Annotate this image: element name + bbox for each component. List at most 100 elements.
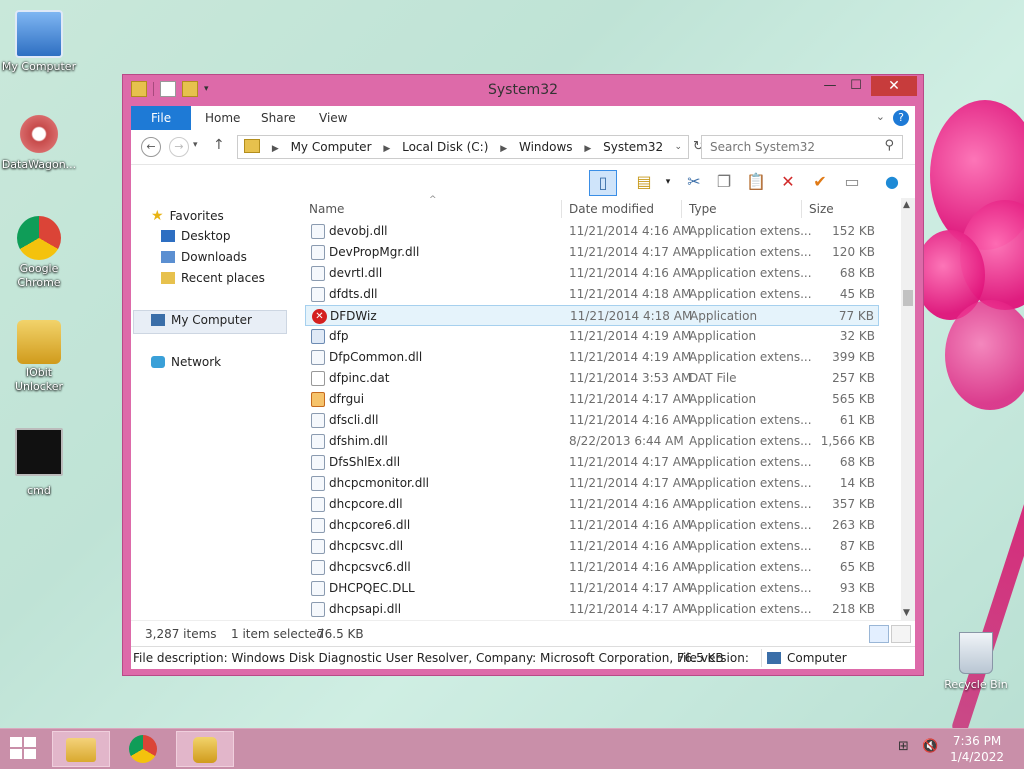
dll-file-icon bbox=[311, 413, 325, 428]
breadcrumb-system32[interactable]: System32 bbox=[603, 136, 663, 158]
globe-icon[interactable]: ● bbox=[879, 170, 905, 194]
desktop-icon-my-computer[interactable]: My Computer bbox=[1, 10, 77, 74]
large-icons-view-button[interactable] bbox=[891, 625, 911, 643]
tab-file[interactable]: File bbox=[131, 106, 192, 130]
file-date: 11/21/2014 4:16 AM bbox=[569, 497, 692, 511]
paste-button[interactable]: 📋 bbox=[743, 170, 769, 194]
tab-home[interactable]: Home bbox=[191, 106, 254, 130]
file-date: 11/21/2014 4:17 AM bbox=[569, 581, 692, 595]
table-row[interactable]: dfpinc.dat 11/21/2014 3:53 AM DAT File 257 … bbox=[305, 368, 879, 389]
ribbon-tabs: File Home Share View ⌄ ? bbox=[131, 106, 915, 131]
taskbar-iobit-unlocker[interactable] bbox=[176, 731, 234, 767]
address-dropdown-icon[interactable]: ⌄ bbox=[674, 136, 682, 158]
taskbar-chrome[interactable] bbox=[114, 731, 172, 767]
table-row[interactable]: devobj.dll 11/21/2014 4:16 AM Application … bbox=[305, 221, 879, 242]
table-row[interactable]: DfpCommon.dll 11/21/2014 4:19 AM Applicati… bbox=[305, 347, 879, 368]
cut-button[interactable]: ✂ bbox=[681, 170, 707, 194]
folder-options-button[interactable]: ▤ bbox=[631, 170, 657, 194]
expand-ribbon-icon[interactable]: ⌄ bbox=[876, 110, 885, 123]
desktop-icon-recycle-bin[interactable]: Recycle Bin bbox=[944, 632, 1008, 691]
clock-date: 1/4/2022 bbox=[950, 750, 1004, 764]
file-size: 14 KB bbox=[839, 476, 875, 490]
nav-desktop[interactable]: Desktop bbox=[161, 229, 231, 243]
recent-locations-icon[interactable]: ▾ bbox=[193, 140, 198, 150]
table-row[interactable]: DHCPQEC.DLL 11/21/2014 4:17 AM Application… bbox=[305, 578, 879, 599]
cmd-icon bbox=[15, 428, 63, 476]
forward-button[interactable]: → bbox=[169, 137, 189, 157]
table-row[interactable]: dhcpcsvc.dll 11/21/2014 4:16 AM Applicatio… bbox=[305, 536, 879, 557]
table-row[interactable]: DevPropMgr.dll 11/21/2014 4:17 AM Applicat… bbox=[305, 242, 879, 263]
nav-recent-places[interactable]: Recent places bbox=[161, 271, 265, 285]
file-name: DfsShlEx.dll bbox=[329, 455, 401, 469]
desktop-icon-chrome[interactable]: Google Chrome bbox=[1, 216, 77, 290]
column-header-date[interactable]: Date modified bbox=[569, 198, 654, 220]
search-input[interactable]: Search System32 ⚲ bbox=[701, 135, 903, 159]
nav-favorites[interactable]: ★ Favorites bbox=[151, 208, 224, 224]
scroll-up-icon[interactable]: ▲ bbox=[903, 200, 910, 210]
table-row[interactable]: dhcpcmonitor.dll 11/21/2014 4:17 AM Applic… bbox=[305, 473, 879, 494]
vertical-scrollbar[interactable]: ▲ ▼ bbox=[901, 198, 915, 620]
copy-button[interactable]: ❐ bbox=[711, 170, 737, 194]
column-header-name[interactable]: Name bbox=[309, 198, 344, 220]
start-button[interactable] bbox=[10, 737, 38, 761]
nav-network[interactable]: Network bbox=[151, 355, 221, 369]
maximize-button[interactable]: ☐ bbox=[843, 76, 869, 96]
table-row[interactable]: dhcpcore.dll 11/21/2014 4:16 AM Applicatio… bbox=[305, 494, 879, 515]
file-size: 357 KB bbox=[832, 497, 875, 511]
breadcrumb-local-disk[interactable]: Local Disk (C:) bbox=[402, 136, 488, 158]
table-row[interactable]: dfp 11/21/2014 4:19 AM Application 32 KB bbox=[305, 326, 879, 347]
application-icon bbox=[311, 392, 325, 407]
title-bar[interactable]: ▾ System32 — ☐ ✕ bbox=[123, 75, 923, 105]
desktop-icon-datawagon[interactable]: DataWagon... bbox=[1, 112, 77, 172]
scroll-thumb[interactable] bbox=[903, 290, 913, 306]
table-row[interactable]: DfsShlEx.dll 11/21/2014 4:17 AM Applicatio… bbox=[305, 452, 879, 473]
file-date: 8/22/2013 6:44 AM bbox=[569, 434, 684, 448]
table-row[interactable]: dhcpsapi.dll 11/21/2014 4:17 AM Applicatio… bbox=[305, 599, 879, 620]
network-tray-icon[interactable]: ⊞ bbox=[898, 739, 909, 754]
breadcrumb-my-computer[interactable]: My Computer bbox=[291, 136, 372, 158]
rename-button[interactable]: ✔ bbox=[807, 170, 833, 194]
desktop-icon-label: Google Chrome bbox=[17, 262, 61, 289]
help-icon[interactable]: ? bbox=[893, 110, 909, 126]
search-icon: ⚲ bbox=[884, 138, 894, 153]
dll-file-icon bbox=[311, 245, 325, 260]
details-view-button[interactable] bbox=[869, 625, 889, 643]
file-type: Application extens... bbox=[689, 581, 812, 595]
breadcrumb-windows[interactable]: Windows bbox=[519, 136, 573, 158]
nav-downloads[interactable]: Downloads bbox=[161, 250, 247, 264]
file-name: dfshim.dll bbox=[329, 434, 388, 448]
table-row[interactable]: dfdts.dll 11/21/2014 4:18 AM Application e… bbox=[305, 284, 879, 305]
close-button[interactable]: ✕ bbox=[871, 76, 917, 96]
tab-share[interactable]: Share bbox=[247, 106, 310, 130]
column-header-size[interactable]: Size bbox=[809, 198, 834, 220]
file-name: dfscli.dll bbox=[329, 413, 379, 427]
table-row[interactable]: dhcpcore6.dll 11/21/2014 4:16 AM Applicati… bbox=[305, 515, 879, 536]
chevron-down-icon[interactable]: ▾ bbox=[655, 170, 681, 194]
file-size: 1,566 KB bbox=[820, 434, 875, 448]
volume-muted-icon[interactable]: 🔇 bbox=[922, 739, 938, 754]
file-name: dhcpcsvc6.dll bbox=[329, 560, 411, 574]
preview-pane-button[interactable]: ▯ bbox=[589, 170, 617, 196]
scroll-down-icon[interactable]: ▼ bbox=[903, 608, 910, 618]
table-row[interactable]: dfrgui 11/21/2014 4:17 AM Application 565 K… bbox=[305, 389, 879, 410]
clock[interactable]: 7:36 PM 1/4/2022 bbox=[950, 733, 1004, 765]
table-row[interactable]: dhcpcsvc6.dll 11/21/2014 4:16 AM Applicati… bbox=[305, 557, 879, 578]
table-row[interactable]: dfshim.dll 8/22/2013 6:44 AM Application e… bbox=[305, 431, 879, 452]
table-row[interactable]: devrtl.dll 11/21/2014 4:16 AM Application … bbox=[305, 263, 879, 284]
column-header-type[interactable]: Type bbox=[689, 198, 717, 220]
back-button[interactable]: ← bbox=[141, 137, 161, 157]
table-row-selected[interactable]: ✕ DFDWiz 11/21/2014 4:18 AM Application 77 K… bbox=[305, 305, 879, 326]
table-row[interactable]: dfscli.dll 11/21/2014 4:16 AM Application … bbox=[305, 410, 879, 431]
up-button[interactable]: ↑ bbox=[213, 137, 225, 153]
delete-button[interactable]: ✕ bbox=[775, 170, 801, 194]
minimize-button[interactable]: — bbox=[817, 76, 843, 96]
desktop-icon-label: IObit Unlocker bbox=[14, 366, 64, 393]
desktop-icon-iobit-unlocker[interactable]: IObit Unlocker bbox=[1, 320, 77, 394]
taskbar-file-explorer[interactable] bbox=[52, 731, 110, 767]
properties-button[interactable]: ▭ bbox=[839, 170, 865, 194]
nav-my-computer[interactable]: My Computer bbox=[151, 313, 252, 327]
desktop-icon-cmd[interactable]: cmd bbox=[1, 428, 77, 498]
tab-view[interactable]: View bbox=[305, 106, 361, 130]
address-bar[interactable]: ▶ My Computer ▶ Local Disk (C:) ▶ Window… bbox=[237, 135, 689, 159]
dat-file-icon bbox=[311, 371, 325, 386]
